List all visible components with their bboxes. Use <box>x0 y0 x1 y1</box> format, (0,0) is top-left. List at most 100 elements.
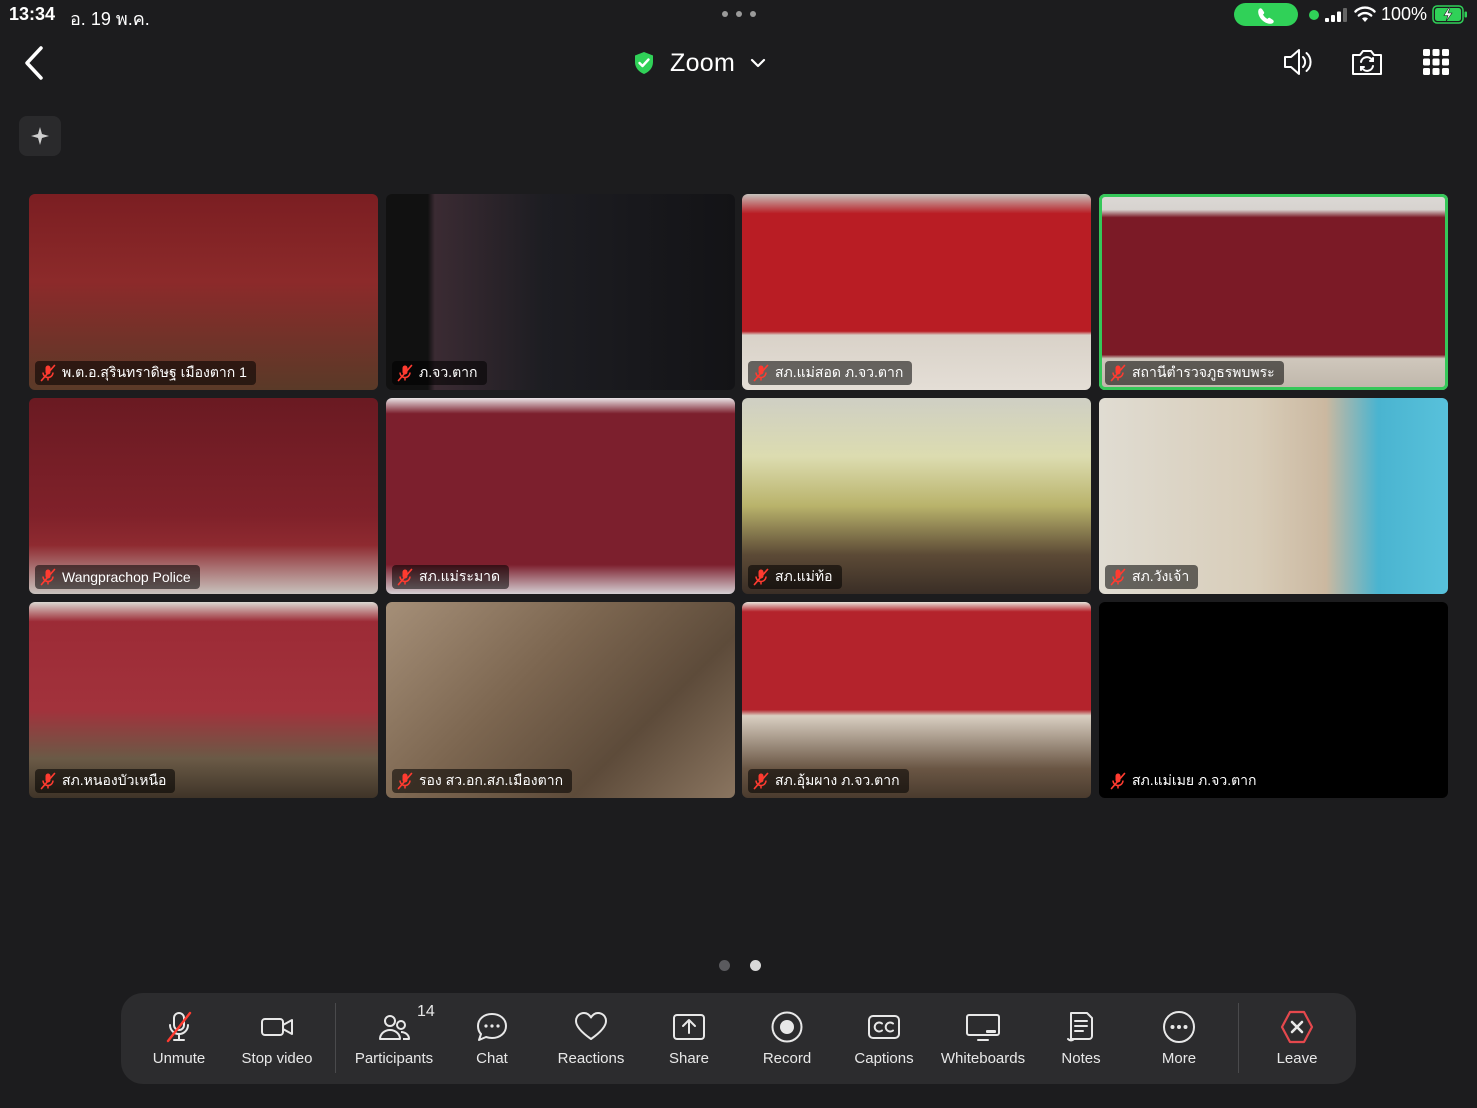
security-shield-icon <box>635 52 653 74</box>
muted-mic-icon <box>40 364 56 382</box>
toolbar-divider <box>335 1003 336 1073</box>
grid-view-icon[interactable] <box>1418 44 1454 80</box>
participant-name: สภ.แม่สอด ภ.จว.ตาก <box>775 364 904 380</box>
video-tile[interactable]: พ.ต.อ.สุรินทราดิษฐ เมืองตาก 1 <box>29 194 378 390</box>
muted-mic-icon <box>1110 568 1126 586</box>
leave-x-icon <box>1280 1010 1314 1044</box>
muted-mic-icon <box>753 772 769 790</box>
status-date: อ. 19 พ.ค. <box>70 9 150 29</box>
wifi-icon <box>1354 6 1376 22</box>
unmute-label: Unmute <box>152 1050 206 1067</box>
closed-captions-icon <box>868 1015 900 1039</box>
unmute-button[interactable]: Unmute <box>141 993 217 1084</box>
participant-name: Wangprachop Police <box>62 569 191 585</box>
cellular-signal-icon <box>1325 8 1347 22</box>
video-tile[interactable]: สภ.วังเจ้า <box>1099 398 1448 594</box>
status-time: 13:34 <box>9 4 56 24</box>
back-chevron-icon[interactable] <box>18 44 52 82</box>
participant-name: พ.ต.อ.สุรินทราดิษฐ เมืองตาก 1 <box>62 364 247 380</box>
more-ellipsis-icon <box>1163 1011 1195 1043</box>
participant-name: สภ.อุ้มผาง ภ.จว.ตาก <box>775 772 900 788</box>
video-tile[interactable]: รอง สว.อก.สภ.เมืองตาก <box>386 602 735 798</box>
chat-label: Chat <box>476 1050 508 1067</box>
active-call-pill[interactable] <box>1234 3 1298 26</box>
gallery-pagination <box>719 960 761 971</box>
camera-in-use-indicator <box>1309 10 1319 20</box>
participant-name-label: สภ.แม่เมย ภ.จว.ตาก <box>1105 769 1266 793</box>
muted-mic-icon <box>40 772 56 790</box>
stop-video-label: Stop video <box>241 1050 313 1067</box>
muted-mic-icon <box>1110 772 1126 790</box>
participant-name-label: รอง สว.อก.สภ.เมืองตาก <box>392 769 573 793</box>
captions-label: Captions <box>854 1050 914 1067</box>
participant-name-label: สภ.แม่ท้อ <box>748 565 842 589</box>
participants-label: Participants <box>354 1050 434 1067</box>
heart-icon <box>575 1012 607 1040</box>
stop-video-button[interactable]: Stop video <box>235 993 319 1084</box>
multitasking-dots-icon[interactable] <box>722 11 756 17</box>
reactions-button[interactable]: Reactions <box>551 993 631 1084</box>
muted-mic-icon <box>753 568 769 586</box>
participant-name: สภ.แม่ท้อ <box>775 568 833 584</box>
notes-icon <box>1067 1012 1093 1042</box>
phone-icon <box>1258 8 1274 24</box>
participants-icon <box>379 1015 410 1040</box>
sparkle-icon <box>31 127 49 145</box>
video-tile[interactable]: สภ.หนองบัวเหนือ <box>29 602 378 798</box>
video-tile[interactable]: สภ.แม่สอด ภ.จว.ตาก <box>742 194 1091 390</box>
share-label: Share <box>668 1050 710 1067</box>
participant-name-label: สภ.อุ้มผาง ภ.จว.ตาก <box>748 769 909 793</box>
page-dot-1[interactable] <box>719 960 730 971</box>
more-button[interactable]: More <box>1147 993 1211 1084</box>
video-tile[interactable]: สภ.แม่ระมาด <box>386 398 735 594</box>
battery-charging-icon <box>1432 5 1467 24</box>
video-tile[interactable]: ภ.จว.ตาก <box>386 194 735 390</box>
participant-name: สภ.วังเจ้า <box>1132 568 1190 584</box>
muted-microphone-icon <box>166 1011 192 1043</box>
participant-name-label: พ.ต.อ.สุรินทราดิษฐ เมืองตาก 1 <box>35 361 256 385</box>
video-tile[interactable]: สถานีตำรวจภูธรพบพระ <box>1099 194 1448 390</box>
video-camera-icon <box>261 1018 293 1036</box>
captions-button[interactable]: Captions <box>849 993 919 1084</box>
switch-camera-icon[interactable] <box>1349 44 1385 80</box>
participant-name: สภ.แม่ระมาด <box>419 568 501 584</box>
reactions-label: Reactions <box>557 1050 625 1067</box>
video-tile[interactable]: สภ.แม่ท้อ <box>742 398 1091 594</box>
video-tile[interactable]: Wangprachop Police <box>29 398 378 594</box>
chat-button[interactable]: Chat <box>461 993 523 1084</box>
share-upload-icon <box>673 1014 705 1040</box>
participant-name: สภ.หนองบัวเหนือ <box>62 772 167 788</box>
status-bar: 13:34 อ. 19 พ.ค. 100% <box>0 0 1477 30</box>
muted-mic-icon <box>397 772 413 790</box>
page-dot-2[interactable] <box>750 960 761 971</box>
participant-name-label: ภ.จว.ตาก <box>392 361 487 385</box>
whiteboards-button[interactable]: Whiteboards <box>935 993 1031 1084</box>
participant-name-label: สภ.วังเจ้า <box>1105 565 1199 589</box>
ai-companion-button[interactable] <box>19 116 61 156</box>
notes-button[interactable]: Notes <box>1049 993 1113 1084</box>
notes-label: Notes <box>1061 1050 1101 1067</box>
speaker-icon[interactable] <box>1280 44 1316 80</box>
share-button[interactable]: Share <box>659 993 719 1084</box>
participant-name: สถานีตำรวจภูธรพบพระ <box>1132 364 1275 380</box>
muted-mic-icon <box>1110 364 1126 382</box>
toolbar-divider <box>1238 1003 1239 1073</box>
record-icon <box>771 1011 803 1043</box>
participant-name-label: Wangprachop Police <box>35 565 200 589</box>
muted-mic-icon <box>753 364 769 382</box>
participant-name: ภ.จว.ตาก <box>419 364 478 380</box>
record-label: Record <box>762 1050 812 1067</box>
participant-name: สภ.แม่เมย ภ.จว.ตาก <box>1132 772 1257 788</box>
participant-name-label: สภ.แม่ระมาด <box>392 565 510 589</box>
participants-count-badge: 14 <box>417 1003 435 1020</box>
muted-mic-icon <box>40 568 56 586</box>
participant-name-label: สถานีตำรวจภูธรพบพระ <box>1105 361 1284 385</box>
leave-button[interactable]: Leave <box>1265 993 1329 1084</box>
whiteboard-icon <box>966 1014 1000 1041</box>
meeting-toolbar: Unmute Stop video Participants 14 Chat R… <box>121 993 1356 1084</box>
video-tile[interactable]: สภ.อุ้มผาง ภ.จว.ตาก <box>742 602 1091 798</box>
record-button[interactable]: Record <box>755 993 819 1084</box>
battery-percent: 100% <box>1381 4 1428 24</box>
video-tile[interactable]: สภ.แม่เมย ภ.จว.ตาก <box>1099 602 1448 798</box>
meeting-title-menu[interactable]: Zoom <box>632 46 767 80</box>
